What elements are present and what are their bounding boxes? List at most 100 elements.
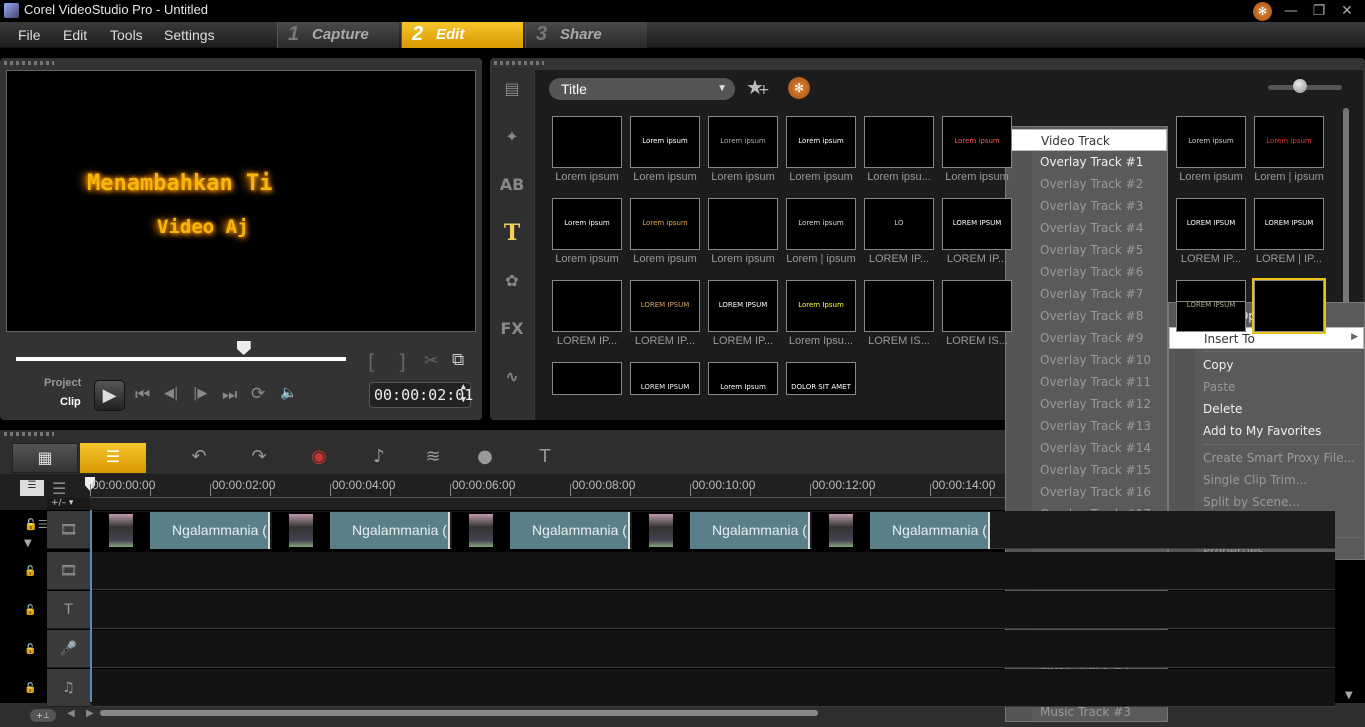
title-thumbnail[interactable]: Lorem ipsum [708, 116, 778, 168]
title-thumbnail[interactable]: LOREM IPSUM [630, 280, 700, 332]
corel-guide-icon[interactable]: ✻ [1253, 2, 1272, 21]
close-button[interactable]: ✕ [1336, 2, 1358, 20]
menu-tools[interactable]: Tools [110, 27, 143, 43]
tab-edit[interactable]: 2 Edit [401, 22, 523, 48]
title-thumbnail[interactable] [552, 280, 622, 332]
scroll-right-icon[interactable]: ▶ [86, 708, 94, 719]
add-track-button[interactable]: +⊥ [30, 709, 56, 722]
title-icon[interactable]: T [497, 220, 527, 246]
title-thumbnail[interactable]: DOLOR SIT AMET [786, 362, 856, 395]
clip-thumbnail[interactable] [92, 512, 150, 549]
menu-edit[interactable]: Edit [63, 27, 87, 43]
instant-project-icon[interactable]: ✦ [497, 124, 527, 150]
title-thumbnail[interactable]: Lorem ipsum [1176, 116, 1246, 168]
mode-clip[interactable]: Clip [60, 396, 81, 408]
title-thumbnail[interactable]: LOREM IPSUM [942, 198, 1012, 250]
title-thumbnail[interactable]: LOREM IPSUM [630, 362, 700, 395]
enlarge-preview-icon[interactable]: ⧉ [452, 350, 464, 370]
tab-share[interactable]: 3 Share [525, 22, 647, 48]
home-icon[interactable]: ⏮ [135, 385, 150, 405]
title-track-icon[interactable]: T [47, 591, 90, 629]
clip-thumbnail[interactable] [272, 512, 330, 549]
previous-frame-icon[interactable]: ◀| [164, 386, 178, 401]
clip-thumbnail[interactable] [812, 512, 870, 549]
lock-icon[interactable]: 🔓 [24, 683, 36, 694]
video-clip[interactable]: Ngalammania (1 [510, 512, 630, 549]
title-thumbnail[interactable]: LOREM IPSUM [1176, 198, 1246, 250]
chevron-down-icon[interactable]: ▼ [24, 538, 32, 549]
split-clip-icon[interactable]: ✂ [424, 351, 438, 371]
title-thumbnail[interactable] [864, 280, 934, 332]
subtitle-editor-icon[interactable]: T [530, 446, 560, 470]
video-clip[interactable]: Ngalammania (1 [690, 512, 810, 549]
music-track[interactable] [92, 669, 1335, 707]
thumbnail-zoom-handle[interactable] [1292, 79, 1307, 93]
title-thumbnail[interactable]: Lorem ipsum [552, 198, 622, 250]
zoom-control[interactable]: +/– ▾ [47, 498, 89, 510]
title-thumbnail[interactable]: LOREM IPSUM [1254, 198, 1324, 250]
title-thumbnail[interactable]: Lorem ipsum [630, 198, 700, 250]
title-track[interactable] [92, 591, 1335, 629]
title-thumbnail[interactable]: Lorem ipsum [786, 198, 856, 250]
video-track-icon[interactable]: 🎞 [47, 511, 90, 549]
lock-icon[interactable]: 🔓 [24, 566, 36, 577]
scrubber-track[interactable] [16, 357, 346, 361]
mark-out-button[interactable]: ] [398, 350, 406, 374]
motion-tracking-icon[interactable]: ● [470, 446, 500, 470]
timeline-scrollbar[interactable] [100, 710, 818, 716]
show-all-tracks-icon[interactable]: ☰ [20, 480, 44, 496]
menu-settings[interactable]: Settings [164, 27, 215, 43]
title-thumbnail[interactable] [1176, 280, 1246, 302]
restore-button[interactable]: ❐ [1308, 2, 1330, 20]
title-thumbnail[interactable] [552, 116, 622, 168]
menu-item-add-to-my-favorites[interactable]: Add to My Favorites [1169, 420, 1364, 442]
mode-project[interactable]: Project [44, 377, 81, 389]
title-thumbnail[interactable] [1252, 278, 1326, 334]
track-manager-icon[interactable]: ☰ [52, 479, 66, 498]
timecode-stepper[interactable]: ▲ ▼ [461, 381, 466, 407]
title-thumbnail[interactable]: Lorem ipsum [786, 116, 856, 168]
lock-icon[interactable]: 🔓 [24, 605, 36, 616]
clip-thumbnail[interactable] [452, 512, 510, 549]
transition-icon[interactable]: AB [497, 172, 527, 198]
end-icon[interactable]: ⏭ [222, 385, 237, 405]
minimize-button[interactable]: — [1280, 2, 1302, 20]
volume-icon[interactable]: 🔈 [280, 385, 297, 401]
menu-item-copy[interactable]: Copy [1169, 354, 1364, 376]
panel-grip[interactable] [4, 61, 54, 65]
undo-icon[interactable]: ↶ [184, 446, 214, 470]
title-thumbnail[interactable] [708, 198, 778, 250]
redo-icon[interactable]: ↷ [244, 446, 274, 470]
scroll-left-icon[interactable]: ◀ [67, 708, 75, 719]
menu-file[interactable]: File [18, 27, 41, 43]
voice-track[interactable] [92, 630, 1335, 668]
title-thumbnail[interactable]: Lorem ipsum [1254, 116, 1324, 168]
media-icon[interactable]: ▤ [497, 76, 527, 102]
storyboard-view-button[interactable]: ▦ [12, 443, 78, 473]
category-dropdown[interactable]: Title ▼ [549, 78, 735, 100]
title-thumbnail[interactable]: Lorem Ipsum [708, 362, 778, 395]
overlay-track[interactable] [92, 552, 1335, 590]
lock-icon[interactable]: 🔓 [24, 644, 36, 655]
mark-in-button[interactable]: [ [368, 350, 376, 374]
sound-mixer-icon[interactable]: ♪ [364, 446, 394, 470]
next-frame-icon[interactable]: |▶ [193, 386, 207, 401]
graphic-icon[interactable]: ✿ [497, 268, 527, 294]
video-clip[interactable]: Ngalammania (1 [870, 512, 990, 549]
menu-item-video-track[interactable]: Video Track [1006, 129, 1167, 151]
menu-item-delete[interactable]: Delete [1169, 398, 1364, 420]
auto-music-icon[interactable]: ≋ [418, 446, 448, 470]
overlay-track-icon[interactable]: 🎞 [47, 552, 90, 590]
title-thumbnail[interactable] [942, 280, 1012, 332]
menu-item-overlay-track-1[interactable]: Overlay Track #1 [1006, 151, 1167, 173]
play-button[interactable]: ▶ [94, 380, 125, 411]
add-to-favorites-icon[interactable]: ★+ [746, 75, 770, 99]
panel-grip[interactable] [4, 432, 54, 436]
timeline-view-button[interactable]: ☰ [80, 443, 146, 473]
tab-capture[interactable]: 1 Capture [277, 22, 399, 48]
video-clip[interactable]: Ngalammania (1 [330, 512, 450, 549]
music-track-icon[interactable]: ♫ [47, 669, 90, 707]
title-thumbnail[interactable] [552, 362, 622, 395]
voice-track-icon[interactable]: 🎤 [47, 630, 90, 668]
title-thumbnail[interactable]: Lorem ipsum [630, 116, 700, 168]
